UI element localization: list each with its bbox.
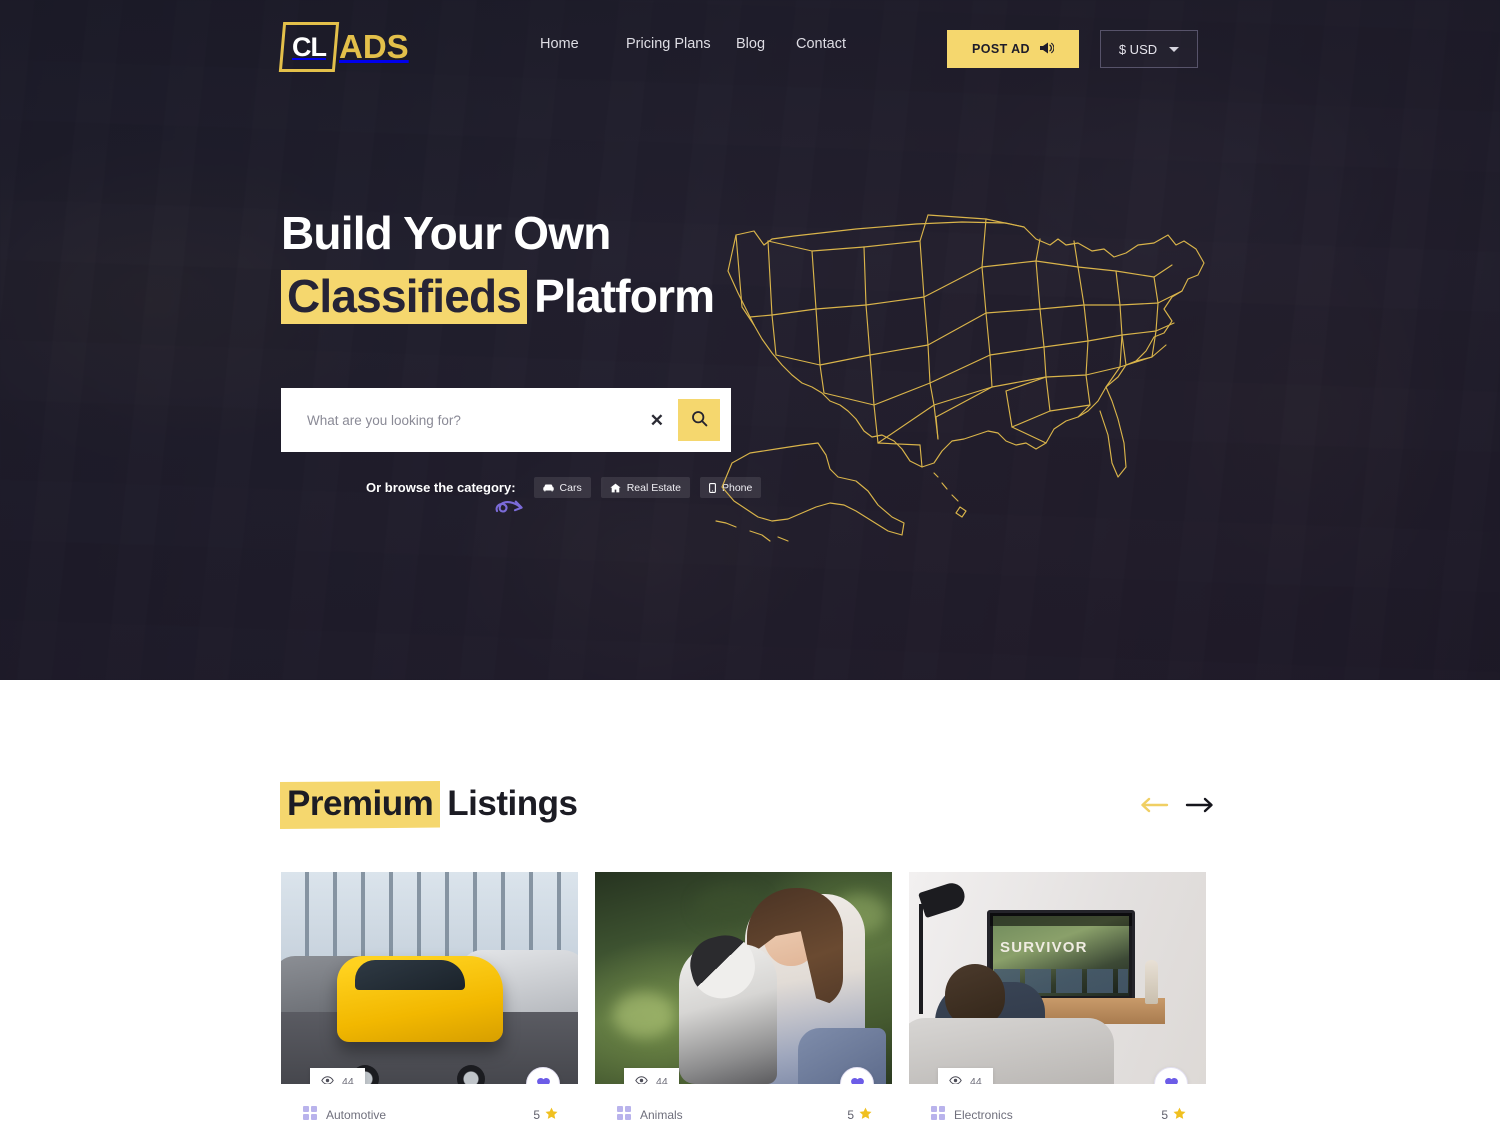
- star-icon: [545, 1107, 558, 1121]
- section-title-highlight: Premium: [280, 781, 441, 829]
- hero-section: CL ADS Home Pricing Plans Blog Contact P…: [0, 0, 1500, 680]
- site-logo[interactable]: CL ADS: [278, 21, 409, 73]
- nav-item-pricing-plans[interactable]: Pricing Plans: [626, 36, 736, 52]
- listing-image[interactable]: 44: [281, 872, 578, 1084]
- purple-swirl-arrow-icon: [493, 493, 533, 528]
- logo-wordmark: ADS: [339, 28, 409, 65]
- listing-meta: Electronics 5: [909, 1084, 1206, 1121]
- search-icon: [691, 410, 708, 430]
- hero-heading-rest: Platform: [534, 270, 715, 322]
- view-count-badge: 44: [938, 1068, 993, 1084]
- listing-cards: 44 Automotive 5 44 Animals 5 SURVIVOR 44…: [281, 872, 1206, 1121]
- post-ad-button[interactable]: POST AD: [947, 30, 1079, 68]
- clear-search-button[interactable]: ✕: [636, 412, 678, 429]
- united-states-map-illustration: [706, 205, 1226, 560]
- listing-category-label: Animals: [640, 1107, 683, 1121]
- man-watching-survivor-on-tv-photo: SURVIVOR: [909, 872, 1206, 1084]
- premium-listings-section: Premium Listings 44 Automotive 5 44 Anim…: [0, 680, 1500, 1121]
- main-navigation: Home Pricing Plans Blog Contact: [540, 36, 866, 52]
- logo-badge-icon: CL: [278, 22, 340, 72]
- category-icon: [931, 1106, 945, 1121]
- hero-heading-line-2: Classifieds Platform: [281, 270, 751, 324]
- category-icon: [303, 1106, 317, 1121]
- listing-category: Electronics: [931, 1106, 1013, 1121]
- listing-meta: Animals 5: [595, 1084, 892, 1121]
- category-chip-label: Cars: [559, 481, 582, 494]
- category-chip-label: Real Estate: [626, 481, 681, 494]
- carousel-controls: [1139, 796, 1215, 814]
- carousel-prev-button[interactable]: [1139, 796, 1169, 814]
- star-icon: [859, 1107, 872, 1121]
- listing-image[interactable]: SURVIVOR 44: [909, 872, 1206, 1084]
- hero-search-bar: ✕: [281, 388, 731, 452]
- arrow-right-icon: [1185, 797, 1215, 817]
- hero-heading-highlight: Classifieds: [281, 270, 528, 324]
- listing-rating: 5: [533, 1107, 558, 1121]
- carousel-next-button[interactable]: [1185, 796, 1215, 814]
- category-chip-cars[interactable]: Cars: [533, 477, 591, 498]
- listing-rating-value: 5: [1161, 1107, 1168, 1121]
- heart-icon: [850, 1076, 865, 1084]
- heart-icon: [1164, 1076, 1179, 1084]
- listing-rating: 5: [1161, 1107, 1186, 1121]
- listing-rating-value: 5: [847, 1107, 854, 1121]
- nav-item-home[interactable]: Home: [540, 36, 626, 52]
- search-input[interactable]: [281, 388, 636, 452]
- view-count-badge: 44: [624, 1068, 679, 1084]
- section-title-rest: Listings: [447, 784, 578, 823]
- currency-selector[interactable]: $ USD: [1100, 30, 1198, 68]
- listing-category-label: Electronics: [954, 1107, 1013, 1121]
- category-chip-real-estate[interactable]: Real Estate: [600, 477, 690, 498]
- eye-icon: [321, 1075, 334, 1084]
- megaphone-icon: [1039, 41, 1055, 58]
- listing-category: Automotive: [303, 1106, 386, 1121]
- listing-category: Animals: [617, 1106, 683, 1121]
- car-icon: [542, 483, 554, 492]
- listing-image[interactable]: 44: [595, 872, 892, 1084]
- site-header: CL ADS Home Pricing Plans Blog Contact P…: [0, 0, 1500, 96]
- eye-icon: [949, 1075, 962, 1084]
- currency-value: $ USD: [1118, 41, 1158, 57]
- yellow-suv-in-showroom-photo: [281, 872, 578, 1084]
- heart-icon: [536, 1076, 551, 1084]
- nav-item-blog[interactable]: Blog: [736, 36, 796, 52]
- nav-item-contact[interactable]: Contact: [796, 36, 866, 52]
- listing-meta: Automotive 5: [281, 1084, 578, 1121]
- home-icon: [610, 483, 621, 493]
- listing-rating-value: 5: [533, 1107, 540, 1121]
- listing-category-label: Automotive: [326, 1107, 387, 1121]
- category-icon: [617, 1106, 631, 1121]
- view-count-value: 44: [656, 1075, 668, 1085]
- view-count-value: 44: [970, 1075, 982, 1085]
- eye-icon: [635, 1075, 648, 1084]
- view-count-value: 44: [342, 1075, 354, 1085]
- view-count-badge: 44: [310, 1068, 365, 1084]
- woman-hugging-husky-dog-photo: [595, 872, 892, 1084]
- star-icon: [1173, 1107, 1186, 1121]
- browse-categories: Or browse the category: Cars Real Estate: [366, 477, 762, 498]
- listing-card[interactable]: 44: [281, 872, 578, 1121]
- section-header: Premium Listings: [280, 781, 1215, 829]
- section-title: Premium Listings: [280, 781, 578, 829]
- arrow-left-icon: [1139, 797, 1169, 817]
- listing-rating: 5: [847, 1107, 872, 1121]
- hero-copy: Build Your Own Classifieds Platform: [281, 210, 751, 324]
- hero-heading-line-1: Build Your Own: [281, 207, 611, 259]
- listing-card[interactable]: 44: [595, 872, 892, 1121]
- post-ad-label: POST AD: [972, 42, 1030, 56]
- logo-mark-text: CL: [292, 31, 326, 62]
- listing-card[interactable]: SURVIVOR 44 Electronics 5: [909, 872, 1206, 1121]
- chevron-down-icon: [1169, 46, 1180, 52]
